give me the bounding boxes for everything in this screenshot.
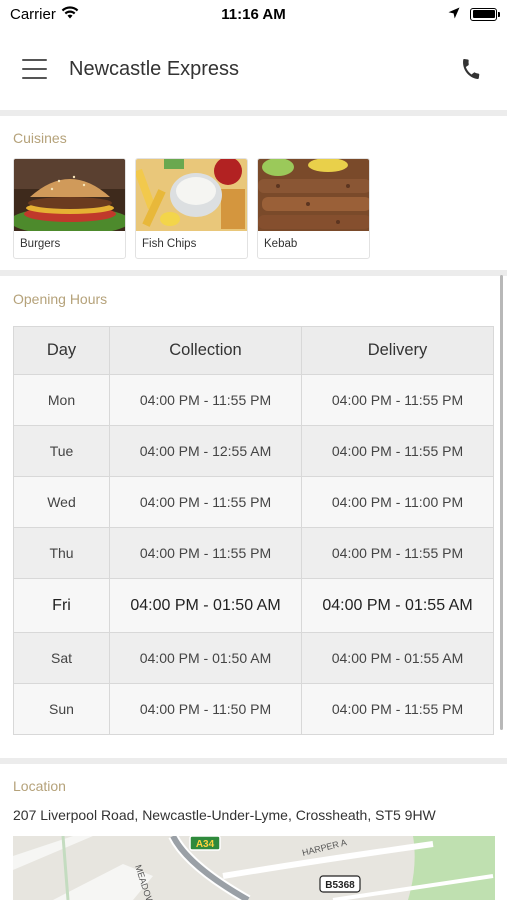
nav-bar: Newcastle Express [0, 28, 507, 110]
carrier-info: Carrier [10, 6, 79, 23]
collection-cell: 04:00 PM - 11:55 PM [109, 527, 302, 579]
location-arrow-icon [448, 6, 460, 23]
wifi-icon [61, 5, 79, 23]
status-bar: Carrier 11:16 AM [0, 0, 507, 28]
table-row: Sun 04:00 PM - 11:50 PM 04:00 PM - 11:55… [13, 683, 494, 735]
collection-cell: 04:00 PM - 11:50 PM [109, 683, 302, 735]
cuisines-list: Burgers Fish Chips Kebab [13, 158, 370, 259]
day-cell: Mon [13, 374, 110, 426]
delivery-cell: 04:00 PM - 11:55 PM [301, 425, 494, 477]
collection-cell: 04:00 PM - 12:55 AM [109, 425, 302, 477]
delivery-cell: 04:00 PM - 11:00 PM [301, 476, 494, 528]
table-row-today: Fri 04:00 PM - 01:50 AM 04:00 PM - 01:55… [13, 578, 494, 633]
cuisine-card-kebab[interactable]: Kebab [257, 158, 370, 259]
cuisine-card-fish-chips[interactable]: Fish Chips [135, 158, 248, 259]
day-cell: Tue [13, 425, 110, 477]
address-text: 207 Liverpool Road, Newcastle-Under-Lyme… [13, 807, 436, 823]
map-road-b5368: B5368 [325, 880, 355, 891]
fish-chips-image [136, 159, 247, 231]
collection-cell: 04:00 PM - 11:55 PM [109, 374, 302, 426]
delivery-cell: 04:00 PM - 11:55 PM [301, 683, 494, 735]
collection-cell: 04:00 PM - 01:50 AM [109, 578, 302, 633]
opening-hours-label: Opening Hours [13, 291, 108, 307]
table-row: Wed 04:00 PM - 11:55 PM 04:00 PM - 11:00… [13, 476, 494, 528]
scrollbar[interactable] [500, 275, 503, 730]
column-header-collection: Collection [109, 326, 302, 375]
section-divider [0, 110, 507, 116]
delivery-cell: 04:00 PM - 11:55 PM [301, 527, 494, 579]
battery-icon [470, 7, 500, 21]
status-right [448, 6, 500, 23]
page-title: Newcastle Express [69, 57, 240, 80]
kebab-image [258, 159, 369, 231]
column-header-delivery: Delivery [301, 326, 494, 375]
cuisine-name: Burgers [20, 238, 61, 250]
map-road-a34: A34 [196, 839, 215, 850]
cuisine-card-burgers[interactable]: Burgers [13, 158, 126, 259]
location-label: Location [13, 778, 66, 794]
opening-hours-table: Day Collection Delivery Mon 04:00 PM - 1… [13, 326, 494, 735]
location-map[interactable]: A34 B5368 HARPER A MEADOW [13, 836, 495, 900]
delivery-cell: 04:00 PM - 01:55 AM [301, 632, 494, 684]
day-cell: Sun [13, 683, 110, 735]
collection-cell: 04:00 PM - 01:50 AM [109, 632, 302, 684]
phone-icon[interactable] [457, 55, 485, 83]
day-cell: Wed [13, 476, 110, 528]
delivery-cell: 04:00 PM - 11:55 PM [301, 374, 494, 426]
cuisine-name: Kebab [264, 238, 298, 250]
burger-image [14, 159, 125, 231]
cuisine-name: Fish Chips [142, 238, 197, 250]
table-row: Sat 04:00 PM - 01:50 AM 04:00 PM - 01:55… [13, 632, 494, 684]
collection-cell: 04:00 PM - 11:55 PM [109, 476, 302, 528]
table-row: Tue 04:00 PM - 12:55 AM 04:00 PM - 11:55… [13, 425, 494, 477]
delivery-cell: 04:00 PM - 01:55 AM [301, 578, 494, 633]
hamburger-icon[interactable] [22, 59, 47, 79]
cuisines-label: Cuisines [13, 130, 67, 146]
table-row: Mon 04:00 PM - 11:55 PM 04:00 PM - 11:55… [13, 374, 494, 426]
column-header-day: Day [13, 326, 110, 375]
section-divider [0, 758, 507, 764]
day-cell: Fri [13, 578, 110, 633]
day-cell: Thu [13, 527, 110, 579]
day-cell: Sat [13, 632, 110, 684]
carrier-label: Carrier [10, 5, 56, 23]
table-header-row: Day Collection Delivery [13, 326, 494, 375]
table-row: Thu 04:00 PM - 11:55 PM 04:00 PM - 11:55… [13, 527, 494, 579]
section-divider [0, 270, 507, 276]
